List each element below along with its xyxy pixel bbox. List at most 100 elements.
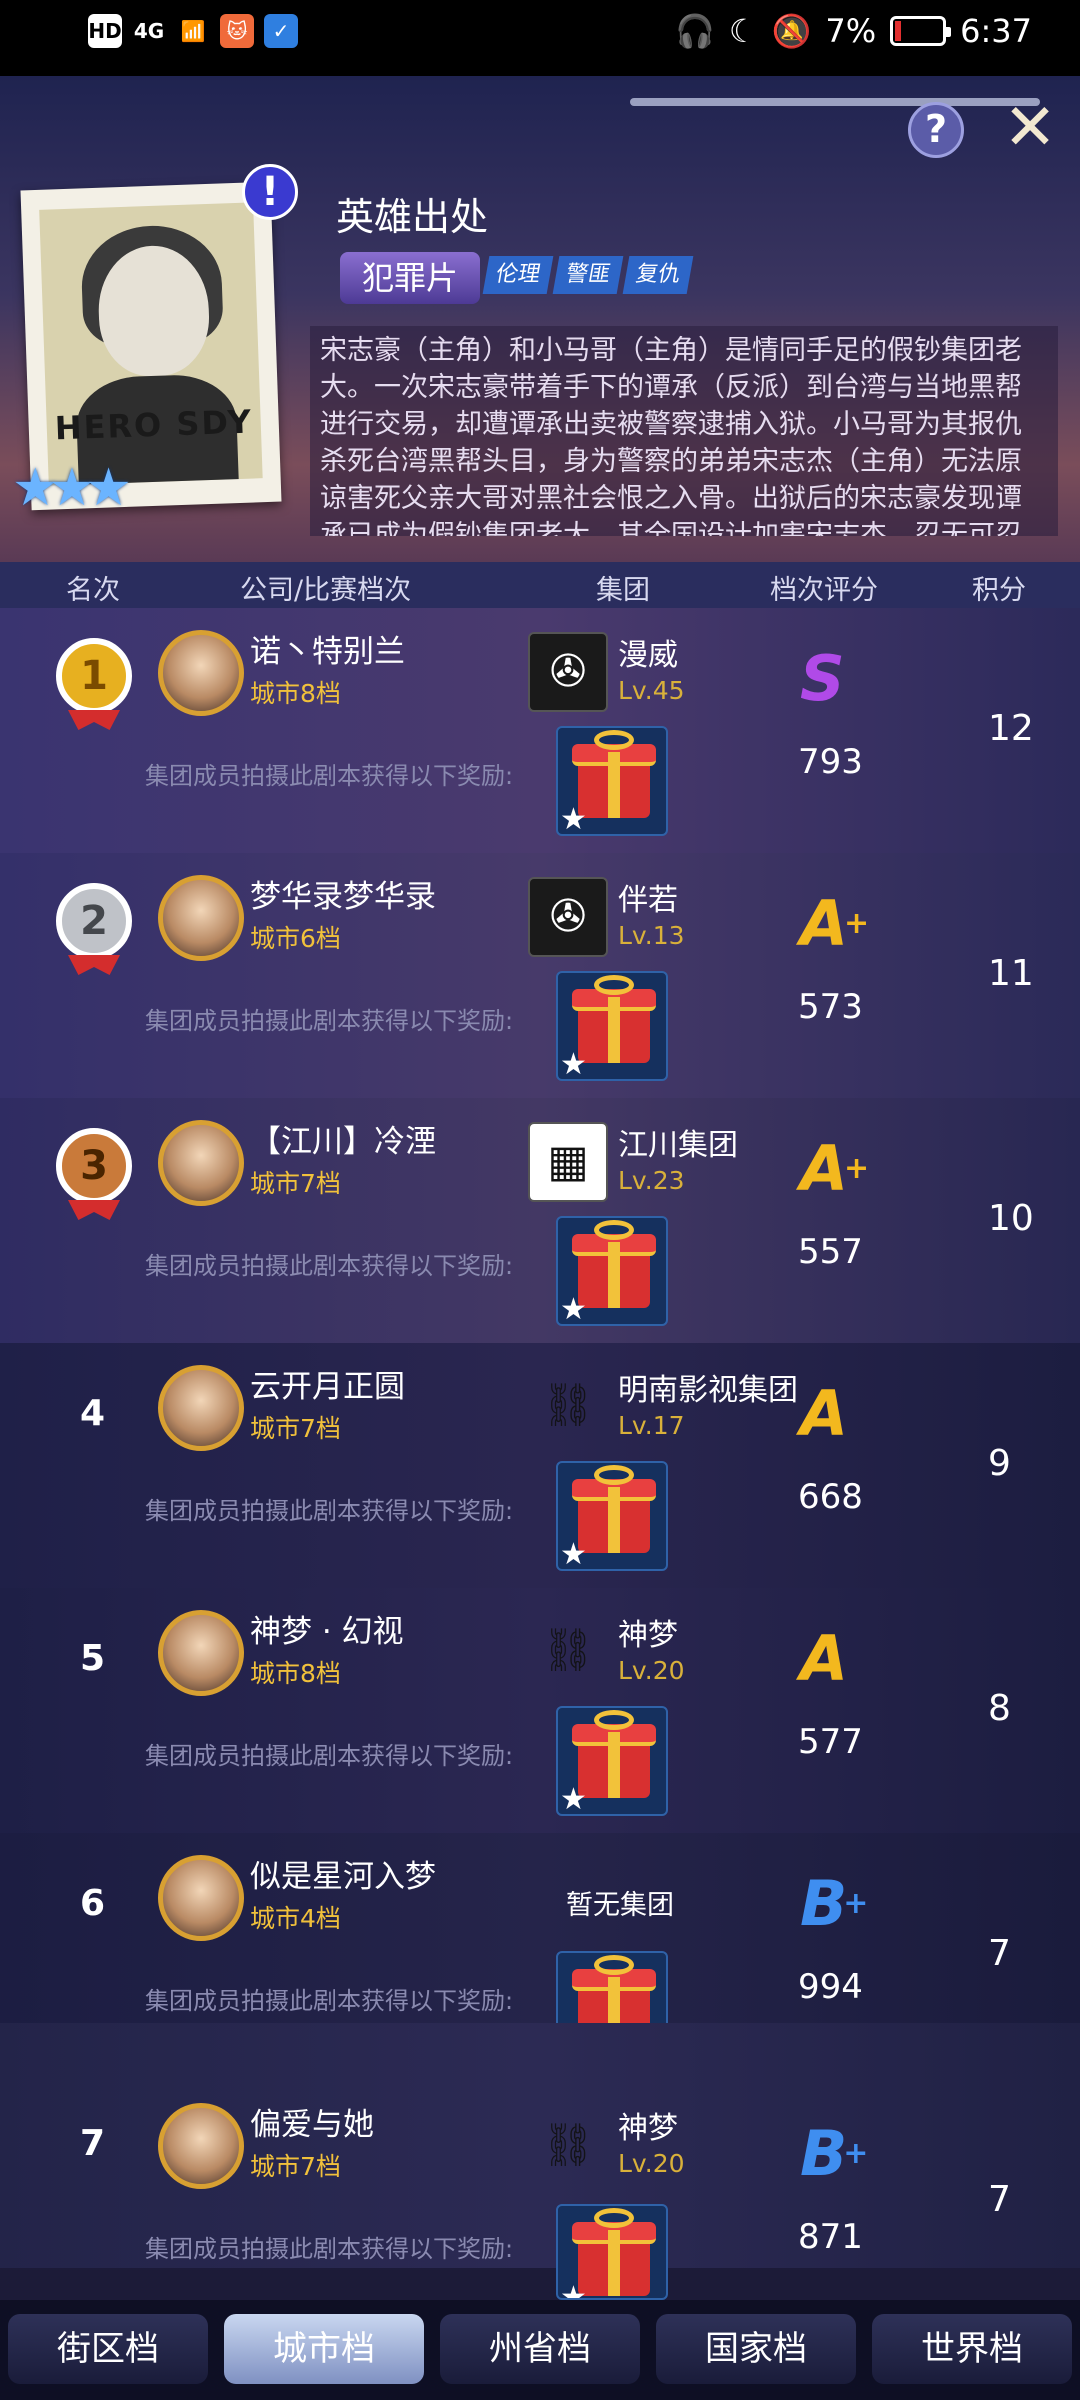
ranking-table-header: 名次 公司/比赛档次 集团 档次评分 积分: [0, 562, 1080, 608]
group-level: Lv.45: [618, 676, 685, 705]
group-name: 伴若: [618, 883, 678, 918]
star-icon: ★: [85, 458, 132, 518]
tag: 伦理: [482, 256, 554, 294]
points: 9: [988, 1443, 1011, 1484]
synopsis-text[interactable]: 宋志豪（主角）和小马哥（主角）是情同手足的假钞集团老大。一次宋志豪带着手下的谭承…: [310, 326, 1058, 536]
tab-province[interactable]: 州省档: [440, 2314, 640, 2384]
poster-title: HERO SDY: [54, 402, 254, 448]
ranking-row[interactable]: 3 【江川】冷湮 城市7档 集团成员拍摄此剧本获得以下奖励: ▦ 江川集团 Lv…: [0, 1098, 1080, 1343]
header-scrollbar[interactable]: [630, 98, 1040, 106]
column-header-company: 公司/比赛档次: [240, 575, 412, 606]
ranking-row[interactable]: 5 神梦 · 幻视 城市8档 集团成员拍摄此剧本获得以下奖励: ⛓ 神梦 Lv.…: [0, 1588, 1080, 1833]
grade-score: 994: [798, 1967, 863, 2007]
tier-tab-bar: 街区档 城市档 州省档 国家档 世界档: [0, 2300, 1080, 2400]
avatar[interactable]: [158, 1365, 244, 1451]
grade-badge: B+: [800, 2117, 869, 2190]
company-name: 云开月正圆: [250, 1369, 405, 1405]
gift-box-icon[interactable]: ★: [556, 1461, 668, 1571]
shield-icon: ✓: [264, 14, 298, 48]
company-name: 似是星河入梦: [250, 1859, 436, 1895]
gift-box-icon[interactable]: ★: [556, 1706, 668, 1816]
silver-medal-icon: 2: [56, 883, 132, 959]
film-title: 英雄出处: [336, 195, 489, 239]
city-tier: 城市4档: [250, 1904, 341, 1933]
avatar[interactable]: [158, 1855, 244, 1941]
grade-score: 557: [798, 1232, 863, 1272]
avatar[interactable]: [158, 2103, 244, 2189]
city-tier: 城市7档: [250, 1169, 341, 1198]
company-name: 偏爱与她: [250, 2107, 374, 2143]
company-name: 神梦 · 幻视: [250, 1614, 404, 1650]
column-header-rank: 名次: [66, 575, 120, 606]
city-tier: 城市8档: [250, 1659, 341, 1688]
points: 7: [988, 2179, 1011, 2220]
gift-box-icon[interactable]: ★: [556, 726, 668, 836]
grade-badge: A+: [800, 887, 870, 960]
film-header: ? ✕ HERO SDY ! ★ ★ ★ 英雄出处 犯罪片 伦理 警匪 复仇 宋…: [0, 76, 1080, 562]
grade-badge: S: [800, 642, 845, 715]
ranking-row[interactable]: 2 梦华录梦华录 城市6档 集团成员拍摄此剧本获得以下奖励: ✇ 伴若 Lv.1…: [0, 853, 1080, 1098]
group-name: 漫威: [618, 638, 678, 673]
rank-number: 6: [80, 1883, 106, 1924]
column-header-grade: 档次评分: [770, 575, 878, 606]
group-level: Lv.20: [618, 1656, 685, 1685]
ranking-row[interactable]: 7 偏爱与她 城市7档 集团成员拍摄此剧本获得以下奖励: ⛓ 神梦 Lv.20 …: [0, 2023, 1080, 2268]
gift-box-icon[interactable]: ★: [556, 971, 668, 1081]
gold-medal-icon: 1: [56, 638, 132, 714]
gift-box-icon[interactable]: ★: [556, 1216, 668, 1326]
rank-number: 7: [80, 2123, 106, 2164]
mute-icon: 🔕: [771, 12, 812, 50]
headphones-icon: 🎧: [675, 12, 715, 50]
tab-city[interactable]: 城市档: [224, 2314, 424, 2384]
battery-percent: 7%: [825, 12, 877, 50]
hd-icon: HD: [88, 14, 122, 48]
grade-score: 668: [798, 1477, 863, 1517]
grade-badge: B+: [800, 1867, 869, 1940]
group-name: 江川集团: [618, 1128, 738, 1163]
film-reel-icon: ✇: [528, 632, 608, 712]
avatar[interactable]: [158, 875, 244, 961]
points: 8: [988, 1688, 1011, 1729]
tab-country[interactable]: 国家档: [656, 2314, 856, 2384]
app-notification-icon: 🐱: [220, 14, 254, 48]
city-tier: 城市7档: [250, 1414, 341, 1443]
group-name: 神梦: [618, 1618, 678, 1653]
reward-label: 集团成员拍摄此剧本获得以下奖励:: [145, 1987, 514, 2015]
film-reel-icon: ✇: [528, 877, 608, 957]
rank-number: 5: [80, 1638, 106, 1679]
column-header-points: 积分: [972, 575, 1026, 606]
status-right-icons: 🎧 ☾ 🔕 7% 6:37: [675, 12, 1032, 50]
close-button[interactable]: ✕: [1000, 96, 1060, 160]
avatar[interactable]: [158, 1120, 244, 1206]
ranking-row[interactable]: 4 云开月正圆 城市7档 集团成员拍摄此剧本获得以下奖励: ⛓ 明南影视集团 L…: [0, 1343, 1080, 1588]
company-name: 梦华录梦华录: [250, 879, 436, 915]
group-emblem-icon: ⛓: [541, 1625, 595, 1674]
city-tier: 城市8档: [250, 679, 341, 708]
help-button[interactable]: ?: [908, 102, 964, 158]
company-name: 【江川】冷湮: [250, 1124, 436, 1160]
no-group-label: 暂无集团: [566, 1890, 674, 1921]
grade-score: 871: [798, 2217, 863, 2257]
avatar[interactable]: [158, 1610, 244, 1696]
group-emblem-icon: ⛓: [541, 1380, 595, 1429]
tag: 警匪: [552, 256, 624, 294]
tab-street[interactable]: 街区档: [8, 2314, 208, 2384]
reward-label: 集团成员拍摄此剧本获得以下奖励:: [145, 1252, 514, 1280]
gift-box-icon[interactable]: ★: [556, 2204, 668, 2300]
info-alert-icon[interactable]: !: [242, 164, 298, 220]
grade-score: 577: [798, 1722, 863, 1762]
star-rating: ★ ★ ★: [12, 458, 132, 518]
tab-world[interactable]: 世界档: [872, 2314, 1072, 2384]
ranking-row[interactable]: 1 诺丶特别兰 城市8档 集团成员拍摄此剧本获得以下奖励: ✇ 漫威 Lv.45…: [0, 608, 1080, 853]
grade-badge: A+: [800, 1132, 870, 1205]
group-level: Lv.13: [618, 921, 685, 950]
genre-badge: 犯罪片: [340, 252, 481, 304]
grade-score: 573: [798, 987, 863, 1027]
group-level: Lv.23: [618, 1166, 685, 1195]
grade-badge: A: [800, 1622, 848, 1695]
tag-list: 伦理 警匪 复仇: [482, 256, 694, 294]
avatar[interactable]: [158, 630, 244, 716]
group-level: Lv.20: [618, 2149, 685, 2178]
battery-icon: [890, 16, 952, 46]
reward-label: 集团成员拍摄此剧本获得以下奖励:: [145, 762, 514, 790]
